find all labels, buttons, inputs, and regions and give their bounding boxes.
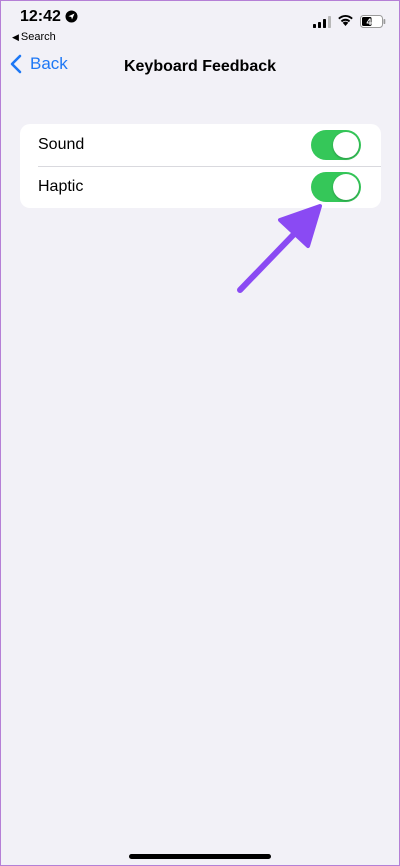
feedback-settings-group: Sound Haptic xyxy=(20,124,381,208)
battery-icon: 43 xyxy=(360,15,386,33)
setting-row-sound: Sound xyxy=(20,124,381,166)
status-time: 12:42 xyxy=(20,8,61,25)
status-bar: 12:42 ◀ Search 43 xyxy=(0,0,400,46)
annotation-arrow-icon xyxy=(237,204,322,293)
setting-label-haptic: Haptic xyxy=(38,178,84,195)
cellular-signal-icon xyxy=(313,15,331,33)
battery-level-text: 43 xyxy=(366,17,376,27)
toggle-knob xyxy=(333,174,359,200)
toggle-knob xyxy=(333,132,359,158)
navigation-bar: Back Keyboard Feedback xyxy=(0,52,400,84)
back-triangle-icon: ◀ xyxy=(12,32,19,42)
page-title: Keyboard Feedback xyxy=(123,58,277,75)
sound-toggle[interactable] xyxy=(311,130,361,160)
settings-screen: 12:42 ◀ Search 43 Back Keyboard Feedback… xyxy=(0,0,400,866)
home-indicator[interactable] xyxy=(129,854,271,859)
back-to-search-link[interactable]: ◀ Search xyxy=(12,31,56,43)
setting-label-sound: Sound xyxy=(38,136,85,153)
haptic-toggle[interactable] xyxy=(311,172,361,202)
wifi-icon xyxy=(337,13,354,32)
location-arrow-icon xyxy=(65,10,78,28)
back-to-search-label: Search xyxy=(20,31,56,43)
